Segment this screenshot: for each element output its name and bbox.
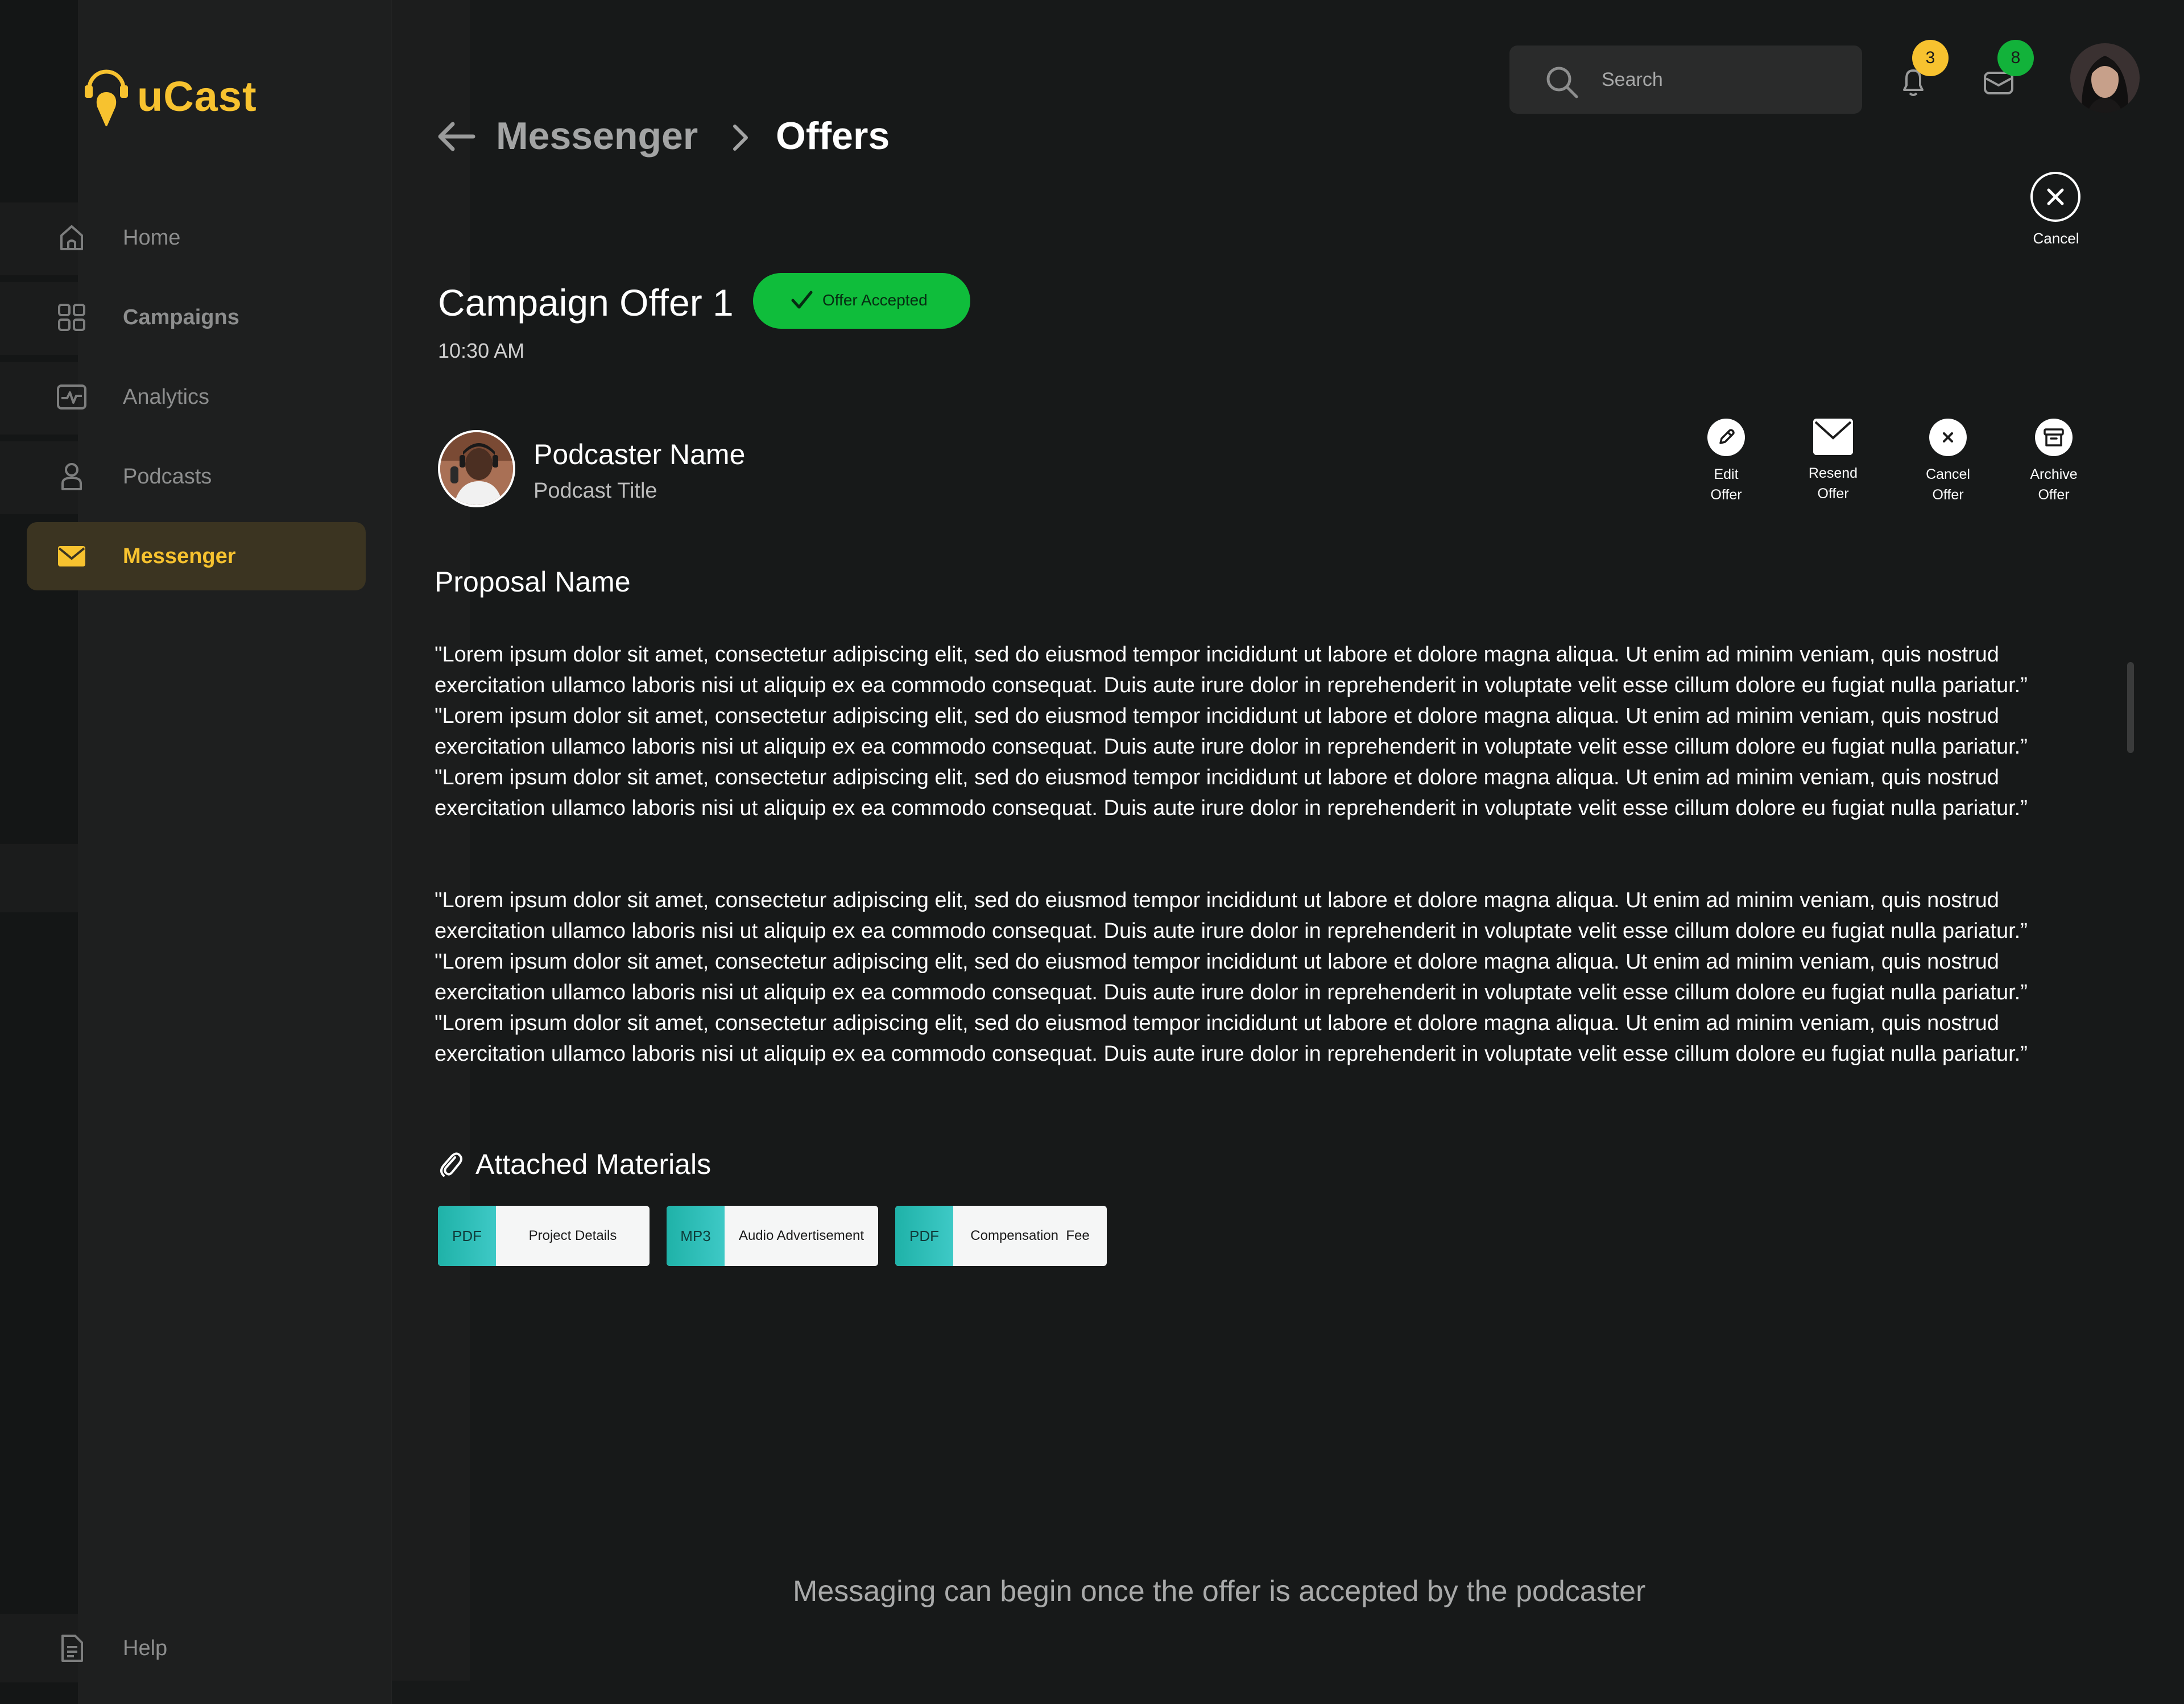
search-bar[interactable] bbox=[1509, 46, 1862, 114]
archive-icon bbox=[2035, 419, 2073, 456]
status-label: Offer Accepted bbox=[822, 291, 928, 309]
attached-materials-heading: Attached Materials bbox=[438, 1148, 711, 1181]
app-logo[interactable]: uCast bbox=[84, 63, 257, 130]
scrollbar[interactable] bbox=[2127, 662, 2134, 753]
app-name: uCast bbox=[137, 72, 257, 120]
file-type: PDF bbox=[895, 1206, 953, 1266]
sidebar-item-messenger[interactable]: Messenger bbox=[0, 522, 391, 590]
file-name: Compensation Fee bbox=[970, 1228, 1090, 1243]
sidebar-item-analytics[interactable]: Analytics bbox=[0, 363, 391, 431]
sidebar-item-home[interactable]: Home bbox=[0, 204, 391, 272]
content-side-band bbox=[391, 0, 470, 1681]
breadcrumb-messenger[interactable]: Messenger bbox=[496, 114, 698, 158]
podcast-title: Podcast Title bbox=[533, 479, 657, 503]
file-type: PDF bbox=[438, 1206, 496, 1266]
paperclip-icon bbox=[440, 1152, 462, 1177]
user-avatar[interactable] bbox=[2070, 43, 2140, 113]
mail-icon bbox=[58, 546, 85, 566]
sidebar-item-label: Podcasts bbox=[123, 464, 212, 489]
sidebar-item-label: Campaigns bbox=[123, 305, 239, 329]
action-label: Edit Offer bbox=[1710, 466, 1742, 503]
proposal-paragraph: "Lorem ipsum dolor sit amet, consectetur… bbox=[435, 888, 2028, 1066]
grid-icon bbox=[58, 304, 85, 331]
podcaster-name: Podcaster Name bbox=[533, 439, 746, 470]
checkmark-icon bbox=[791, 291, 813, 309]
cancel-label: Cancel bbox=[2033, 230, 2079, 247]
action-label: Archive Offer bbox=[2030, 466, 2078, 503]
microphone-headphones-icon bbox=[84, 63, 129, 130]
cancel-button[interactable] bbox=[2030, 172, 2080, 222]
messaging-notice: Messaging can begin once the offer is ac… bbox=[793, 1575, 1646, 1608]
edge-slot bbox=[0, 844, 78, 912]
sidebar-item-label: Home bbox=[123, 225, 181, 250]
file-name: Audio Advertisement bbox=[738, 1228, 864, 1243]
pencil-icon bbox=[1707, 419, 1745, 456]
sidebar-item-label: Messenger bbox=[123, 544, 236, 568]
user-icon bbox=[61, 463, 82, 490]
offer-title: Campaign Offer 1 bbox=[438, 282, 734, 324]
attachment-file[interactable]: MP3 Audio Advertisement bbox=[667, 1206, 878, 1266]
close-icon bbox=[1929, 419, 1967, 456]
sidebar-item-label: Analytics bbox=[123, 384, 210, 409]
edit-offer-button[interactable]: Edit Offer bbox=[1684, 419, 1769, 505]
breadcrumb-offers: Offers bbox=[776, 114, 890, 158]
search-input[interactable] bbox=[1602, 63, 1840, 97]
resend-offer-button[interactable]: Resend Offer bbox=[1790, 419, 1876, 504]
sidebar-item-podcasts[interactable]: Podcasts bbox=[0, 442, 391, 511]
cancel-offer-button[interactable]: Cancel Offer bbox=[1905, 419, 1991, 505]
notifications-badge: 3 bbox=[1912, 40, 1949, 76]
action-label: Cancel Offer bbox=[1926, 466, 1970, 503]
attachment-file[interactable]: PDF Project Details bbox=[438, 1206, 650, 1266]
analytics-icon bbox=[57, 384, 86, 410]
attachment-file[interactable]: PDF Compensation Fee bbox=[895, 1206, 1107, 1266]
home-icon bbox=[60, 225, 83, 250]
proposal-name: Proposal Name bbox=[435, 566, 631, 598]
back-arrow-icon[interactable] bbox=[436, 119, 475, 154]
envelope-icon bbox=[1813, 419, 1853, 455]
chevron-right-icon bbox=[733, 125, 748, 151]
offer-time: 10:30 AM bbox=[438, 339, 525, 362]
file-type: MP3 bbox=[667, 1206, 725, 1266]
messages-badge: 8 bbox=[1997, 40, 2034, 76]
proposal-paragraph: "Lorem ipsum dolor sit amet, consectetur… bbox=[435, 643, 2028, 820]
sidebar-item-label: Help bbox=[123, 1636, 168, 1660]
document-icon bbox=[61, 1635, 83, 1662]
podcaster-avatar bbox=[438, 430, 515, 507]
archive-offer-button[interactable]: Archive Offer bbox=[2011, 419, 2096, 505]
file-name: Project Details bbox=[528, 1228, 617, 1243]
status-badge: Offer Accepted bbox=[753, 273, 970, 329]
sidebar-item-campaigns[interactable]: Campaigns bbox=[0, 283, 391, 351]
action-label: Resend Offer bbox=[1808, 465, 1858, 502]
sidebar-item-help[interactable]: Help bbox=[0, 1614, 391, 1682]
attached-materials-label: Attached Materials bbox=[475, 1148, 712, 1180]
close-icon bbox=[2047, 188, 2064, 205]
search-icon bbox=[1546, 67, 1578, 98]
